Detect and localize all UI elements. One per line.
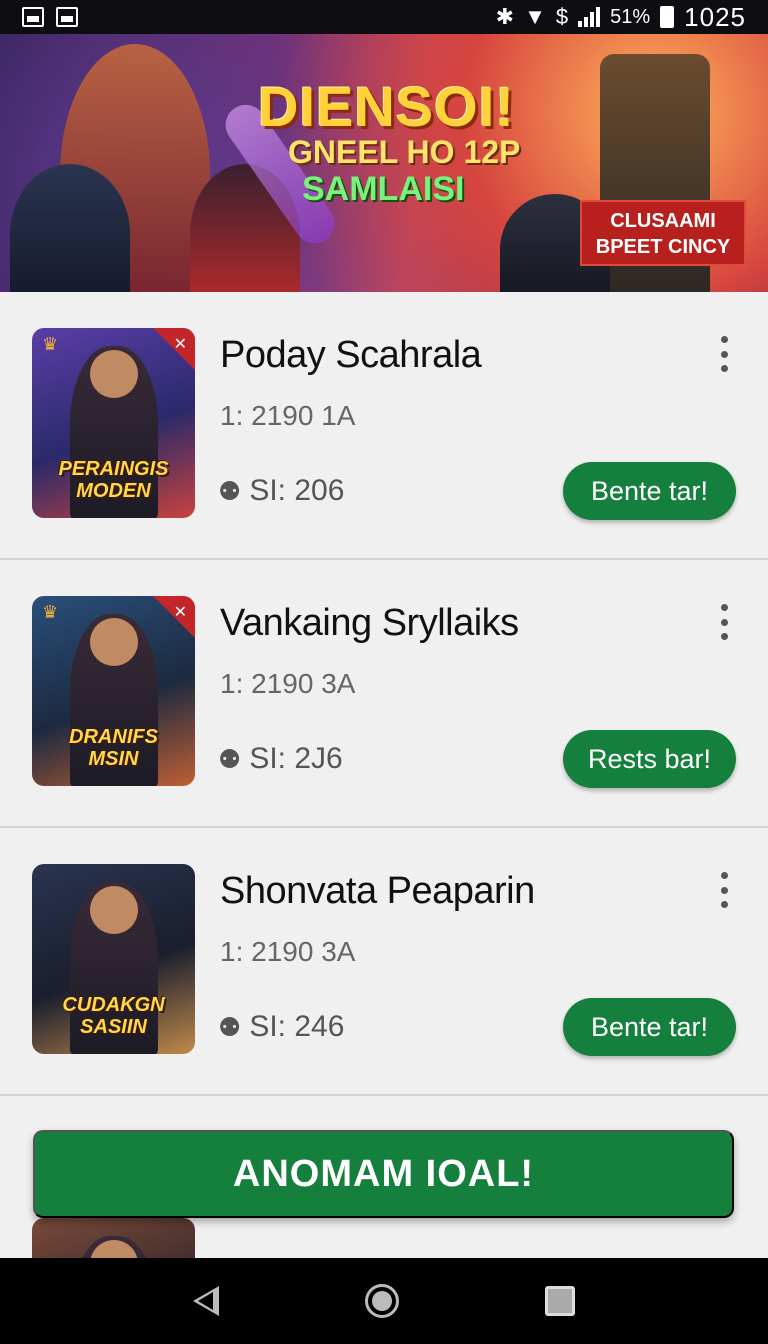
crown-icon: ♛ (42, 602, 59, 622)
recents-icon[interactable] (545, 1286, 575, 1316)
battery-icon (660, 6, 675, 28)
banner-badge[interactable]: CLUSAAMI BPEET CINCY (580, 200, 746, 266)
status-bar: ✱ ▼ $ 51% 1025 (0, 0, 768, 34)
item-action-button[interactable]: Bente tar! (563, 462, 736, 520)
thumbnail-tag: CUDAKGN SASIIN (32, 994, 195, 1038)
banner-badge-line1: CLUSAAMI (610, 210, 716, 232)
signal-label: $ (555, 4, 569, 29)
location-pin-icon: ⚉ (218, 1011, 242, 1042)
banner-figure-left (10, 164, 130, 292)
list-item[interactable]: ♛ ✕ DRANIFS MSIN Vankaing Sryllaiks 1: 2… (0, 560, 768, 828)
item-action-button[interactable]: Bente tar! (563, 998, 736, 1056)
battery-percent: 51% (610, 5, 651, 28)
game-thumbnail[interactable] (32, 1218, 195, 1258)
banner-title: DIENSOI! (258, 75, 515, 138)
item-title: Poday Scahrala (220, 334, 482, 376)
list-item[interactable]: ♛ ✕ PERAINGIS MODEN Poday Scahrala 1: 21… (0, 292, 768, 560)
close-icon[interactable]: ✕ (174, 334, 187, 354)
primary-action-button[interactable]: ANOMAM IOAL! (33, 1130, 734, 1218)
signal-icon (578, 7, 601, 27)
thumbnail-tag-line1: DRANIFS (69, 726, 158, 748)
item-price-value: SI: 246 (249, 1010, 345, 1043)
item-price-value: SI: 206 (249, 474, 345, 507)
thumbnail-art (32, 1218, 195, 1258)
thumbnail-tag-line1: PERAINGIS (58, 458, 169, 480)
thumbnail-tag: PERAINGIS MODEN (32, 458, 195, 502)
more-vert-icon[interactable] (712, 872, 736, 908)
status-bar-notifications (22, 7, 78, 27)
close-icon[interactable]: ✕ (174, 602, 187, 622)
item-price: ⚉ SI: 2J6 (218, 742, 343, 776)
item-meta: 1: 2190 3A (220, 668, 356, 699)
banner-subtitle-2: SAMLAISI (302, 170, 465, 208)
item-meta: 1: 2190 3A (220, 936, 356, 967)
game-thumbnail[interactable]: ♛ ✕ DRANIFS MSIN (32, 596, 195, 786)
game-list[interactable]: ♛ ✕ PERAINGIS MODEN Poday Scahrala 1: 21… (0, 292, 768, 1258)
thumbnail-tag-line2: MODEN (76, 480, 151, 502)
home-icon[interactable] (365, 1284, 399, 1318)
list-item[interactable]: CUDAKGN SASIIN Shonvata Peaparin 1: 2190… (0, 828, 768, 1096)
item-price-value: SI: 2J6 (249, 742, 343, 775)
banner-badge-line2: BPEET CINCY (595, 236, 731, 258)
thumbnail-tag-line2: MSIN (88, 748, 139, 770)
item-action-button[interactable]: Rests bar! (563, 730, 736, 788)
image-notification-icon (22, 7, 44, 27)
item-price: ⚉ SI: 246 (218, 1010, 344, 1044)
game-thumbnail[interactable]: ♛ ✕ PERAINGIS MODEN (32, 328, 195, 518)
bluetooth-icon: ✱ (495, 4, 515, 29)
banner-subtitle: GNEEL HO 12P (288, 134, 521, 170)
item-title: Shonvata Peaparin (220, 870, 535, 912)
thumbnail-tag: DRANIFS MSIN (32, 726, 195, 770)
item-title: Vankaing Sryllaiks (220, 602, 519, 644)
more-vert-icon[interactable] (712, 336, 736, 372)
back-icon[interactable] (193, 1286, 219, 1316)
status-bar-system: ✱ ▼ $ 51% 1025 (496, 2, 746, 33)
clock: 1025 (684, 1, 746, 32)
item-meta: 1: 2190 1A (220, 400, 356, 431)
location-pin-icon: ⚉ (218, 743, 242, 774)
more-vert-icon[interactable] (712, 604, 736, 640)
thumbnail-tag-line2: SASIIN (80, 1016, 147, 1038)
system-nav-bar (0, 1258, 768, 1344)
wifi-icon: ▼ (524, 4, 546, 29)
item-price: ⚉ SI: 206 (218, 474, 344, 508)
game-thumbnail[interactable]: CUDAKGN SASIIN (32, 864, 195, 1054)
thumbnail-tag-line1: CUDAKGN (62, 994, 165, 1016)
promo-banner[interactable]: DIENSOI! GNEEL HO 12P SAMLAISI CLUSAAMI … (0, 34, 768, 292)
crown-icon: ♛ (42, 334, 59, 354)
gallery-notification-icon (56, 7, 78, 27)
location-pin-icon: ⚉ (218, 475, 242, 506)
